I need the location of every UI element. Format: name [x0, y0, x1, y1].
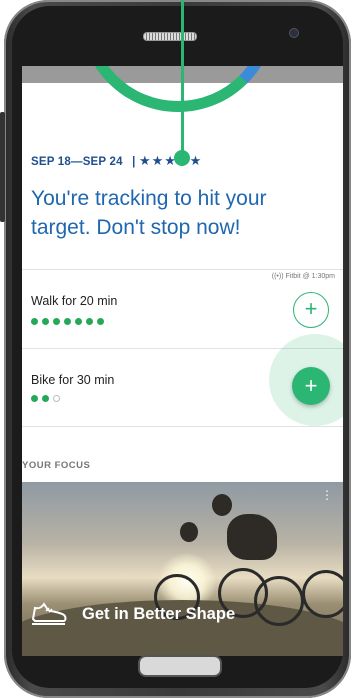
progress-dot-empty [53, 395, 60, 402]
rating-stars: ★★★★★ [139, 153, 203, 168]
bike-wheel [302, 570, 343, 618]
progress-dot [53, 318, 60, 325]
progress-dot [31, 395, 38, 402]
more-options-icon[interactable]: ⋮ [321, 489, 333, 501]
add-walk-button[interactable]: + [293, 292, 329, 328]
pointer-line [181, 0, 184, 160]
bike-wheel [254, 576, 304, 626]
your-focus-label: YOUR FOCUS [22, 460, 91, 471]
rider-head [180, 522, 198, 542]
divider [22, 269, 343, 270]
progress-dot [42, 395, 49, 402]
progress-dot [75, 318, 82, 325]
activity-title-bike: Bike for 30 min [31, 373, 115, 387]
week-range-text: SEP 18—SEP 24 [31, 156, 123, 168]
progress-dots-bike [31, 395, 60, 402]
add-bike-button[interactable]: + [292, 367, 330, 405]
rider-body [227, 514, 277, 560]
shoe-icon [31, 602, 67, 625]
progress-dot [97, 318, 104, 325]
goal-headline: You're tracking to hit your target. Don'… [31, 187, 267, 239]
progress-dots-walk [31, 318, 104, 325]
progress-dot [42, 318, 49, 325]
progress-dot [86, 318, 93, 325]
earpiece-speaker [143, 32, 197, 41]
activity-title-walk: Walk for 20 min [31, 294, 118, 308]
side-button [0, 112, 5, 222]
sync-status: ((•)) Fitbit @ 1:30pm [271, 273, 335, 280]
progress-dot [31, 318, 38, 325]
divider [22, 426, 343, 427]
week-range: SEP 18—SEP 24 | [31, 156, 136, 168]
home-button[interactable] [138, 655, 222, 677]
focus-card-title: Get in Better Shape [82, 605, 236, 623]
rider-head [212, 494, 232, 516]
pointer-dot [174, 150, 190, 166]
separator: | [132, 156, 136, 168]
front-camera [289, 28, 299, 38]
progress-dot [64, 318, 71, 325]
goal-progress-ring [80, 66, 276, 112]
focus-card[interactable]: Get in Better Shape ⋮ [22, 482, 343, 656]
